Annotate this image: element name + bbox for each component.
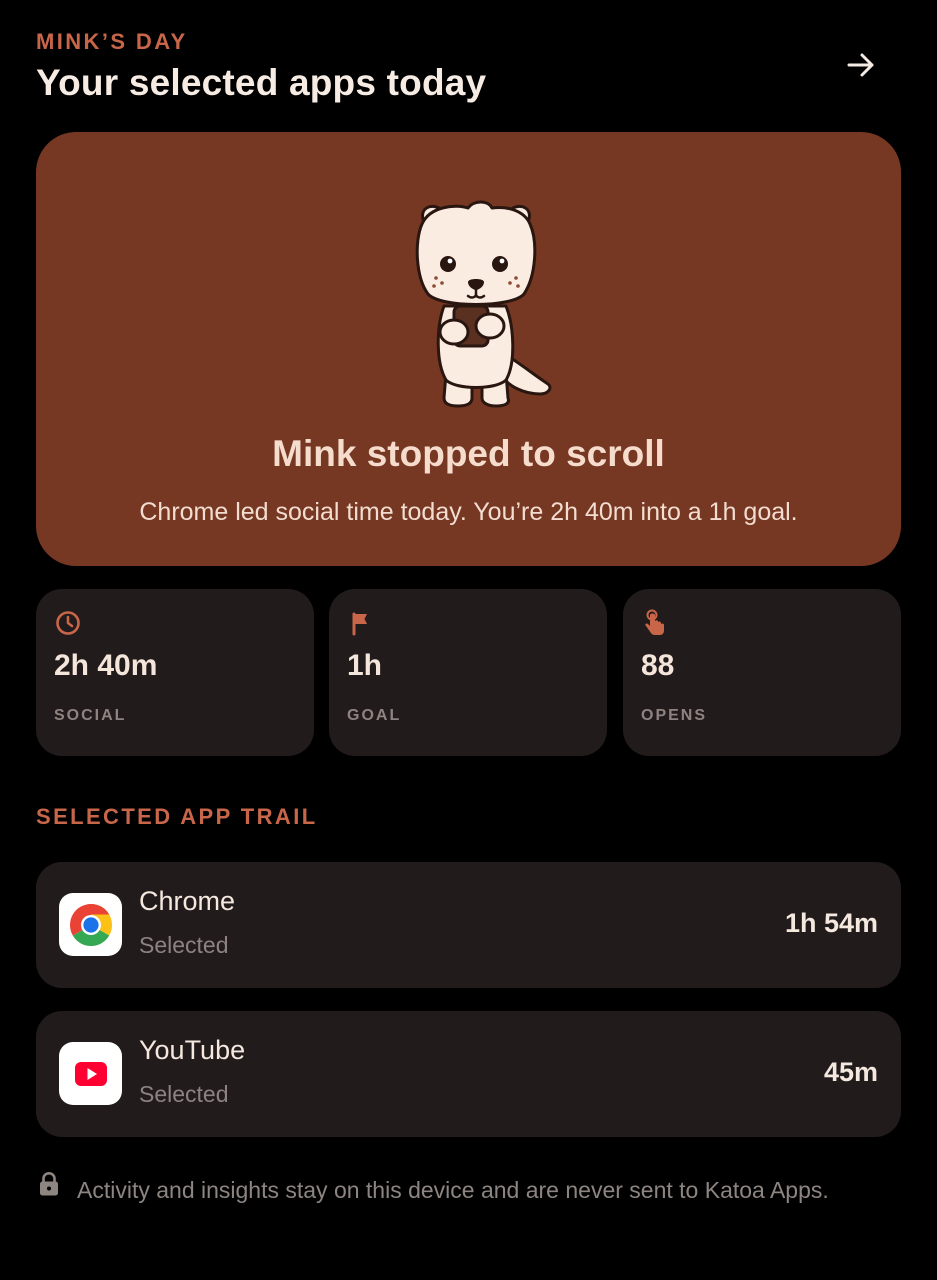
tap-icon <box>645 609 664 635</box>
hero-subtitle: Chrome led social time today. You’re 2h … <box>139 498 798 526</box>
privacy-note: Activity and insights stay on this devic… <box>77 1177 829 1203</box>
app-time: 1h 54m <box>784 908 878 938</box>
stat-value-opens: 88 <box>641 649 675 682</box>
page-title: Your selected apps today <box>36 62 487 103</box>
mascot-illustration <box>415 200 552 408</box>
stat-card-goal: 1h GOAL <box>329 589 607 756</box>
app-status: Selected <box>139 1081 229 1107</box>
arrow-right-icon <box>847 53 874 77</box>
app-status: Selected <box>139 932 229 958</box>
hero-card: Mink stopped to scroll Chrome led social… <box>36 132 901 566</box>
stat-card-opens: 88 OPENS <box>623 589 901 756</box>
section-label-trail: SELECTED APP TRAIL <box>36 804 318 829</box>
app-name: YouTube <box>139 1035 246 1065</box>
eyebrow-label: MINK’S DAY <box>36 29 188 54</box>
chrome-icon <box>69 903 112 946</box>
app-icon-container <box>59 1042 122 1105</box>
hero-title: Mink stopped to scroll <box>272 433 665 474</box>
app-icon-container <box>59 893 122 956</box>
lock-icon <box>40 1171 58 1196</box>
flag-icon <box>352 612 367 636</box>
stat-label-goal: GOAL <box>347 707 402 724</box>
next-button[interactable] <box>836 40 886 90</box>
youtube-icon <box>74 1061 107 1086</box>
app-time: 45m <box>823 1057 878 1087</box>
stat-card-social: 2h 40m SOCIAL <box>36 589 314 756</box>
clock-icon <box>56 611 80 635</box>
stat-label-opens: OPENS <box>641 707 708 724</box>
app-name: Chrome <box>139 886 236 916</box>
stat-value-goal: 1h <box>347 649 383 682</box>
app-row-chrome[interactable]: Chrome Selected 1h 54m <box>36 862 901 988</box>
app-row-youtube[interactable]: YouTube Selected 45m <box>36 1011 901 1137</box>
stat-label-social: SOCIAL <box>54 707 127 724</box>
stat-value-social: 2h 40m <box>54 649 158 682</box>
